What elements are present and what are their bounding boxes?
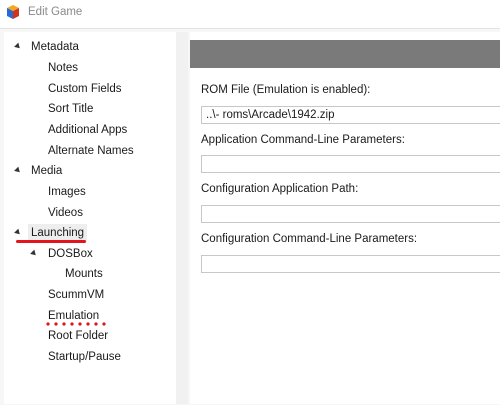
tree-item-images[interactable]: Images [45,183,89,201]
tree-item-notes[interactable]: Notes [45,59,81,77]
tree-item-custom-fields[interactable]: Custom Fields [45,80,125,98]
panel-header-band [190,40,500,68]
config-path-input[interactable] [201,205,500,223]
tree-item-sort-title[interactable]: Sort Title [45,100,96,118]
tree-item-mounts[interactable]: Mounts [62,265,106,283]
rom-file-label: ROM File (Emulation is enabled): [201,84,371,96]
tree-item-additional-apps[interactable]: Additional Apps [45,121,130,139]
pane-splitter[interactable] [176,32,188,404]
app-cmdline-label: Application Command-Line Parameters: [201,134,405,146]
tree-item-metadata[interactable]: Metadata [28,38,82,56]
app-cube-icon [7,5,19,19]
tree-item-media[interactable]: Media [28,162,65,180]
config-cmdline-input[interactable] [201,255,500,273]
config-path-label: Configuration Application Path: [201,183,359,195]
rom-file-input[interactable] [201,106,500,124]
tree-item-startup-pause[interactable]: Startup/Pause [45,348,124,366]
title-bar: Edit Game [0,0,500,26]
window-title: Edit Game [28,6,83,18]
tree-item-scummvm[interactable]: ScummVM [45,286,107,304]
config-cmdline-label: Configuration Command-Line Parameters: [201,233,418,245]
tree-item-root-folder[interactable]: Root Folder [45,327,111,345]
annotation-underline [16,240,86,243]
tree-item-videos[interactable]: Videos [45,204,86,222]
app-cmdline-input[interactable] [201,155,500,173]
tree-item-dosbox[interactable]: DOSBox [45,245,96,263]
tree-item-alternate-names[interactable]: Alternate Names [45,142,137,160]
annotation-dots [44,322,108,326]
